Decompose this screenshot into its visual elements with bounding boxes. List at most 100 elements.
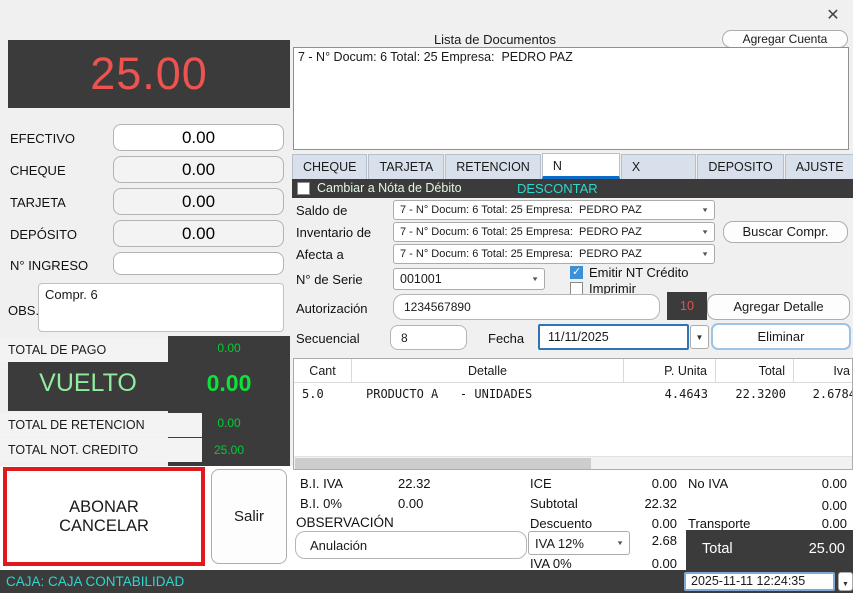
scrollbar-thumb[interactable] — [295, 458, 591, 469]
close-icon[interactable]: ✕ — [820, 4, 846, 28]
tab-deposito[interactable]: DEPOSITO — [697, 154, 783, 179]
obs-textarea[interactable]: Compr. 6 — [38, 283, 284, 332]
tab-tarjeta[interactable]: TARJETA — [368, 154, 444, 179]
bi-0-value: 0.00 — [398, 496, 423, 511]
total-retencion-value: 0.00 — [168, 416, 290, 430]
col-header-cant: Cant — [294, 359, 352, 383]
abonar-cancelar-button[interactable]: ABONAR CANCELAR — [3, 467, 205, 566]
ice-label: ICE — [530, 476, 552, 491]
grand-total-label: Total — [702, 541, 733, 557]
descontar-label: DESCONTAR — [517, 181, 598, 196]
col-header-detalle: Detalle — [352, 359, 624, 383]
documents-title: Lista de Documentos — [340, 32, 650, 47]
fecha-label: Fecha — [488, 331, 524, 346]
tab-x-cobrar[interactable]: X COBRAR — [621, 154, 696, 179]
transporte-label: Transporte — [688, 516, 750, 531]
autorizacion-input[interactable]: 1234567890 — [393, 294, 660, 320]
agregar-detalle-button[interactable]: Agregar Detalle — [707, 294, 850, 320]
obs-label: OBS. — [8, 303, 39, 318]
saldo-combo-value: 7 - N° Docum: 6 Total: 25 Empresa: PEDRO… — [400, 204, 642, 216]
afecta-combo-value: 7 - N° Docum: 6 Total: 25 Empresa: PEDRO… — [400, 248, 642, 260]
tarjeta-input[interactable]: 0.00 — [113, 188, 284, 215]
efectivo-input[interactable]: 0.00 — [113, 124, 284, 151]
emitir-label: Emitir NT Crédito — [589, 265, 688, 280]
ingreso-input[interactable] — [113, 252, 284, 275]
table-horizontal-scrollbar[interactable] — [294, 456, 852, 469]
datetime-dropdown-button[interactable]: ▼ — [838, 572, 853, 591]
tab-n-credito[interactable]: N CREDITO — [542, 153, 620, 179]
bi-iva-label: B.I. IVA — [300, 476, 343, 491]
secuencial-input[interactable]: 8 — [390, 325, 467, 350]
abonar-line2: CANCELAR — [59, 517, 149, 536]
serie-combo-value: 001001 — [400, 272, 442, 286]
saldo-label: Saldo de — [296, 203, 347, 218]
blank-row-value: 0.00 — [760, 498, 847, 513]
autorizacion-length-badge: 10 — [667, 292, 707, 320]
afecta-combo[interactable]: 7 - N° Docum: 6 Total: 25 Empresa: PEDRO… — [393, 244, 715, 264]
tab-cheque[interactable]: CHEQUE — [292, 154, 367, 179]
grand-total-value: 25.00 — [809, 541, 845, 557]
eliminar-button[interactable]: Eliminar — [711, 323, 851, 350]
iva0-value: 0.00 — [595, 556, 677, 571]
iva0-label: IVA 0% — [530, 556, 572, 571]
cell-cant: 5.0 — [294, 384, 352, 404]
cell-total: 22.3200 — [716, 384, 794, 404]
serie-combo[interactable]: 001001 ▼ — [393, 268, 545, 290]
secuencial-label: Secuencial — [296, 331, 360, 346]
inventario-combo[interactable]: 7 - N° Docum: 6 Total: 25 Empresa: PEDRO… — [393, 222, 715, 242]
vuelto-value: 0.00 — [168, 370, 290, 397]
total-credito-value: 25.00 — [168, 443, 290, 457]
ingreso-label: N° INGRESO — [10, 258, 88, 273]
amount-due-value: 25.00 — [90, 48, 208, 100]
datetime-picker[interactable]: 2025-11-11 12:24:35 — [684, 572, 835, 591]
descuento-value: 0.00 — [595, 516, 677, 531]
afecta-label: Afecta a — [296, 247, 344, 262]
dropdown-arrow-icon: ▼ — [842, 581, 849, 588]
document-listbox[interactable]: 7 - N° Docum: 6 Total: 25 Empresa: PEDRO… — [293, 47, 849, 150]
tab-retencion[interactable]: RETENCION — [445, 154, 541, 179]
payment-tabs: CHEQUE TARJETA RETENCION N CREDITO X COB… — [292, 153, 853, 179]
debit-toggle-checkbox[interactable] — [297, 182, 310, 195]
fecha-dropdown-button[interactable]: ▼ — [690, 325, 709, 349]
detail-table[interactable]: Cant Detalle P. Unita Total Iva 5.0 PROD… — [293, 358, 853, 470]
subtotal-value: 22.32 — [595, 496, 677, 511]
caja-status-label: CAJA: CAJA CONTABILIDAD — [6, 574, 184, 589]
observacion-input[interactable]: Anulación — [295, 531, 527, 559]
salir-button[interactable]: Salir — [211, 469, 287, 564]
payment-window: ✕ 25.00 EFECTIVO 0.00 CHEQUE 0.00 TARJET… — [0, 0, 853, 593]
col-header-iva: Iva — [794, 359, 853, 383]
bi-0-label: B.I. 0% — [300, 496, 342, 511]
dropdown-arrow-icon: ▼ — [696, 333, 704, 342]
cheque-input[interactable]: 0.00 — [113, 156, 284, 183]
no-iva-label: No IVA — [688, 476, 728, 491]
check-icon: ✓ — [572, 265, 581, 278]
autorizacion-label: Autorización — [296, 301, 368, 316]
tab-ajuste[interactable]: AJUSTE — [785, 154, 853, 179]
total-pago-value: 0.00 — [168, 341, 290, 355]
debit-toggle-label: Cambiar a Nóta de Débito — [317, 181, 462, 195]
deposito-input[interactable]: 0.00 — [113, 220, 284, 247]
cell-iva: 2.6784 — [794, 384, 853, 404]
grand-total-box: Total 25.00 — [686, 530, 853, 570]
iva12-value: 2.68 — [595, 533, 677, 548]
abonar-line1: ABONAR — [69, 498, 139, 517]
emitir-checkbox[interactable]: ✓ — [570, 266, 583, 279]
subtotal-label: Subtotal — [530, 496, 578, 511]
buscar-compr-button[interactable]: Buscar Compr. — [723, 221, 848, 243]
cheque-label: CHEQUE — [10, 163, 66, 178]
total-pago-label: TOTAL DE PAGO — [0, 338, 168, 362]
deposito-label: DEPÓSITO — [10, 227, 77, 242]
no-iva-value: 0.00 — [760, 476, 847, 491]
cell-punita: 4.4643 — [624, 384, 716, 404]
tarjeta-label: TARJETA — [10, 195, 66, 210]
inventario-combo-value: 7 - N° Docum: 6 Total: 25 Empresa: PEDRO… — [400, 226, 642, 238]
col-header-punita: P. Unita — [624, 359, 716, 383]
saldo-combo[interactable]: 7 - N° Docum: 6 Total: 25 Empresa: PEDRO… — [393, 200, 715, 220]
document-list-item[interactable]: 7 - N° Docum: 6 Total: 25 Empresa: PEDRO… — [294, 48, 848, 66]
fecha-input[interactable]: 11/11/2025 — [538, 324, 689, 350]
iva12-dropdown-value: IVA 12% — [535, 536, 584, 551]
col-header-total: Total — [716, 359, 794, 383]
bi-iva-value: 22.32 — [398, 476, 431, 491]
debit-toggle-strip: Cambiar a Nóta de Débito DESCONTAR — [292, 179, 853, 198]
add-account-button[interactable]: Agregar Cuenta — [722, 30, 848, 48]
